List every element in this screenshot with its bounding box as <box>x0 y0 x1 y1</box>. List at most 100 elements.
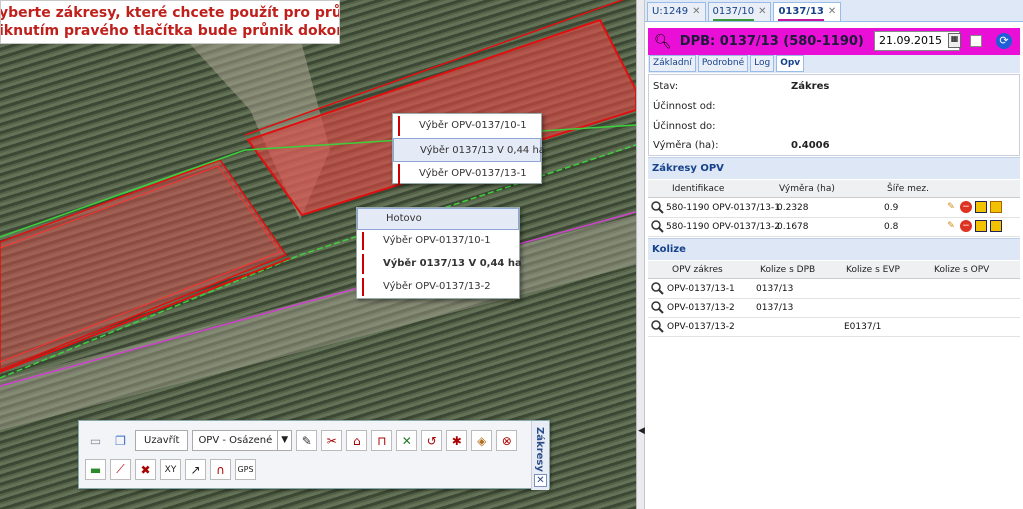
toolbar-title: Zákresy <box>534 427 545 472</box>
delete-icon[interactable]: − <box>960 201 972 213</box>
cut-icon[interactable]: ✕ <box>396 430 418 451</box>
splitter-arrow-icon[interactable]: ◀ <box>638 426 645 436</box>
stav-label: Stav: <box>653 81 679 92</box>
pencil-icon[interactable]: ✎ <box>296 430 318 451</box>
cell-zakres: OPV-0137/13-2 <box>667 322 735 332</box>
col-vymera: Výměra (ha) <box>779 184 835 194</box>
tab-u1249[interactable]: U:1249 ✕ <box>647 2 706 21</box>
row-actions: ✎ − <box>945 220 1002 232</box>
drawing-toolbar: ▭ ❐ Uzavřít OPV - Osázené ▼ ✎ ✂ ⌂ ⊓ ✕ ↺ … <box>78 420 550 490</box>
close-icon[interactable]: ✕ <box>534 474 547 487</box>
search-icon[interactable]: 🔍︎ <box>654 34 672 50</box>
close-icon[interactable]: ✕ <box>692 3 700 21</box>
cell-zakres: OPV-0137/13-1 <box>667 284 735 294</box>
link-icon[interactable] <box>990 201 1002 213</box>
toolbar-row-1: ▭ ❐ Uzavřít OPV - Osázené ▼ ✎ ✂ ⌂ ⊓ ✕ ↺ … <box>85 430 518 451</box>
trim-icon[interactable]: ⊓ <box>371 430 393 451</box>
arrow-icon[interactable]: ↗ <box>185 459 206 480</box>
edit-shape-icon[interactable]: ◈ <box>471 430 493 451</box>
subtab-zakladni[interactable]: Základní <box>649 55 696 72</box>
kolize-table-header: OPV zákres Kolize s DPB Kolize s EVP Kol… <box>648 261 1020 279</box>
tab-bar: U:1249 ✕ 0137/10 ✕ 0137/13 ✕ <box>645 0 1023 22</box>
table-row[interactable]: 580-1190 OPV-0137/13-1 0.2328 0.9 ✎ − <box>648 199 1020 218</box>
scissors-icon[interactable]: ✂ <box>321 430 343 451</box>
col-kolize-dpb: Kolize s DPB <box>760 265 816 275</box>
merge-icon[interactable]: ✱ <box>446 430 468 451</box>
pencil-icon[interactable]: ✎ <box>945 220 957 232</box>
popup2-item-opv-0137-13-2[interactable]: Výběr OPV-0137/13-2 <box>357 276 519 298</box>
save-icon[interactable]: ▭ <box>85 430 106 451</box>
date-checkbox[interactable] <box>970 35 982 47</box>
loop-icon[interactable]: ↺ <box>421 430 443 451</box>
vymera-label: Výměra (ha): <box>653 140 719 151</box>
popup1-item-opv-0137-10-1[interactable]: Výběr OPV-0137/10-1 <box>393 114 541 138</box>
message-line-2: iknutím pravého tlačítka bude průnik dok… <box>0 23 339 39</box>
kolize-section-title: Kolize <box>648 238 1020 260</box>
table-row[interactable]: 580-1190 OPV-0137/13-2 0.1678 0.8 ✎ − <box>648 218 1020 237</box>
tab-0137-10[interactable]: 0137/10 ✕ <box>707 2 772 21</box>
cell-id: 580-1190 OPV-0137/13-1 <box>666 203 780 213</box>
windows-icon[interactable]: ❐ <box>110 430 131 451</box>
table-row[interactable]: OPV-0137/13-2 E0137/1 <box>648 318 1020 337</box>
search-icon[interactable] <box>651 201 664 214</box>
search-icon[interactable] <box>651 320 664 333</box>
tab-label: U:1249 <box>652 6 689 17</box>
zakresy-table-header: Identifikace Výměra (ha) Šíře mez. <box>648 180 1020 198</box>
toolbar-side: Zákresy ✕ <box>531 421 549 490</box>
popup2-item-0137-13[interactable]: Výběr 0137/13 V 0,44 ha <box>357 252 522 276</box>
detail-form: Stav: Zákres Účinnost od: Účinnost do: V… <box>648 74 1020 156</box>
search-icon[interactable] <box>651 220 664 233</box>
split-icon[interactable]: ⟋ <box>110 459 131 480</box>
search-icon[interactable] <box>651 282 664 295</box>
cell-vymera: 0.2328 <box>777 203 809 213</box>
polygon-icon[interactable]: ▬ <box>85 459 106 480</box>
col-opv-zakres: OPV zákres <box>672 265 723 275</box>
magnet-icon[interactable]: ∩ <box>210 459 231 480</box>
selection-popup-1: Výběr OPV-0137/10-1 Výběr 0137/13 V 0,44… <box>392 113 545 186</box>
popup1-item-0137-13[interactable]: Výběr 0137/13 V 0,44 ha <box>393 138 545 162</box>
vymera-value: 0.4006 <box>791 140 830 151</box>
cross-icon[interactable]: ✖ <box>135 459 156 480</box>
popup1-item-opv-0137-13-1[interactable]: Výběr OPV-0137/13-1 <box>393 162 541 186</box>
zakresy-section-title: Zákresy OPV <box>648 157 1020 179</box>
selection-popup-2: Hotovo Výběr OPV-0137/10-1 Výběr 0137/13… <box>356 207 522 299</box>
layers-icon[interactable] <box>975 220 987 232</box>
close-icon[interactable]: ✕ <box>828 3 836 21</box>
subtab-podrobne[interactable]: Podrobné <box>697 55 749 72</box>
pencil-icon[interactable]: ✎ <box>945 201 957 213</box>
tab-label: 0137/10 <box>712 3 755 21</box>
xy-icon[interactable]: XY <box>160 459 181 480</box>
delete-icon[interactable]: − <box>960 220 972 232</box>
popup2-item-opv-0137-10-1[interactable]: Výběr OPV-0137/10-1 <box>357 230 519 252</box>
subtab-opv[interactable]: Opv <box>776 55 805 72</box>
tab-0137-13[interactable]: 0137/13 ✕ <box>773 2 842 21</box>
delete-shape-icon[interactable]: ⊗ <box>496 430 518 451</box>
panel-splitter[interactable]: ◀ <box>636 0 645 509</box>
tab-label: 0137/13 <box>778 3 824 21</box>
layers-icon[interactable] <box>975 201 987 213</box>
ucinnost-od-label: Účinnost od: <box>653 101 716 112</box>
table-row[interactable]: OPV-0137/13-1 0137/13 <box>648 280 1020 299</box>
map-canvas[interactable]: yberte zákresy, které chcete použít pro … <box>0 0 636 509</box>
refresh-icon[interactable]: ⟳ <box>996 33 1012 49</box>
calendar-icon[interactable]: ▦ <box>948 33 961 48</box>
stav-value: Zákres <box>791 81 830 92</box>
chevron-down-icon: ▼ <box>277 431 291 450</box>
close-icon[interactable]: ✕ <box>758 3 766 21</box>
house-icon[interactable]: ⌂ <box>346 430 368 451</box>
cell-dpb: 0137/13 <box>756 303 794 313</box>
layer-select[interactable]: OPV - Osázené ▼ <box>192 430 293 451</box>
subtab-log[interactable]: Log <box>750 55 775 72</box>
done-item[interactable]: Hotovo <box>357 208 519 230</box>
close-button[interactable]: Uzavřít <box>135 430 189 451</box>
cell-evp: E0137/1 <box>844 322 882 332</box>
detail-panel: U:1249 ✕ 0137/10 ✕ 0137/13 ✕ 🔍︎ DPB: 0137/1… <box>645 0 1023 509</box>
cell-dpb: 0137/13 <box>756 284 794 294</box>
search-icon[interactable] <box>651 301 664 314</box>
toolbar-row-2: ▬ ⟋ ✖ XY ↗ ∩ GPS <box>85 459 256 480</box>
table-row[interactable]: OPV-0137/13-2 0137/13 <box>648 299 1020 318</box>
cell-zakres: OPV-0137/13-2 <box>667 303 735 313</box>
layers-alt-icon[interactable] <box>990 220 1002 232</box>
gps-icon[interactable]: GPS <box>235 459 256 480</box>
col-kolize-evp: Kolize s EVP <box>846 265 900 275</box>
